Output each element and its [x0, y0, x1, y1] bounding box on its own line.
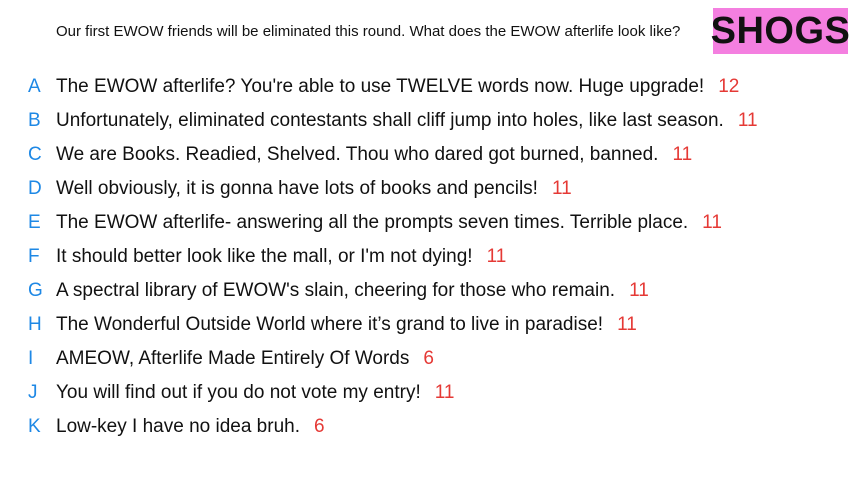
response-letter: H: [28, 314, 42, 335]
response-text: The EWOW afterlife- answering all the pr…: [56, 212, 689, 233]
response-text: Well obviously, it is gonna have lots of…: [56, 178, 538, 199]
response-letter: K: [28, 416, 41, 437]
contest-badge: SHOGS: [711, 8, 850, 54]
response-letter: D: [28, 178, 42, 199]
word-count: 12: [718, 76, 740, 97]
response-letter: G: [28, 280, 43, 301]
word-count: 6: [314, 416, 325, 437]
response-text: It should better look like the mall, or …: [56, 246, 473, 267]
response-text: The Wonderful Outside World where it’s g…: [56, 314, 604, 335]
response-text: A spectral library of EWOW's slain, chee…: [56, 280, 616, 301]
word-count: 11: [737, 110, 758, 131]
word-count: 11: [486, 246, 507, 267]
response-letter: B: [28, 110, 41, 131]
response-letter: E: [28, 212, 41, 233]
response-letter: I: [28, 348, 34, 369]
response-letter: J: [28, 382, 38, 403]
word-count: 11: [702, 212, 722, 233]
response-text: AMEOW, Afterlife Made Entirely Of Words: [56, 348, 410, 369]
response-text: You will find out if you do not vote my …: [56, 382, 421, 403]
response-letter: A: [28, 76, 41, 97]
prompt-text: Our first EWOW friends will be eliminate…: [56, 23, 681, 40]
word-count: 11: [434, 382, 455, 403]
response-text: Unfortunately, eliminated contestants sh…: [56, 110, 724, 131]
response-letter: C: [28, 144, 42, 165]
word-count: 6: [423, 348, 434, 369]
word-count: 11: [629, 280, 649, 301]
word-count: 11: [551, 178, 572, 199]
response-letter: F: [28, 246, 40, 267]
response-text: The EWOW afterlife? You're able to use T…: [56, 76, 705, 97]
response-text: Low-key I have no idea bruh.: [56, 416, 300, 437]
response-text: We are Books. Readied, Shelved. Thou who…: [56, 144, 659, 165]
word-count: 11: [617, 314, 637, 335]
word-count: 11: [672, 144, 693, 165]
